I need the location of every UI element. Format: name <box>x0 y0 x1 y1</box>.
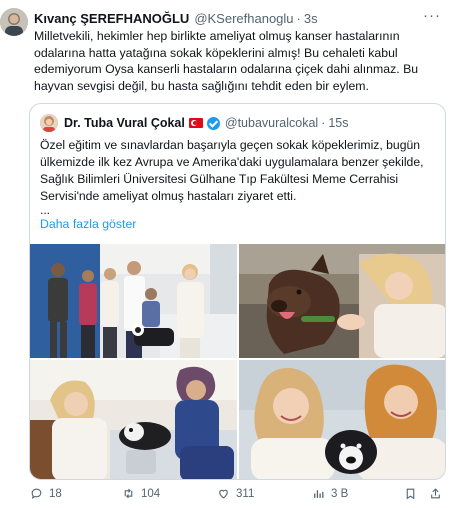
tweet-time[interactable]: 3s <box>304 11 318 26</box>
bookmark-button[interactable] <box>404 487 423 500</box>
separator-dot: · <box>296 10 301 26</box>
tweet: Kıvanç ŞEREFHANOĞLU @KSerefhanoglu · 3s … <box>0 0 457 508</box>
tweet-text: Milletvekili, hekimler hep birlikte amel… <box>34 29 419 93</box>
retweet-button[interactable]: 104 <box>122 487 160 500</box>
quoted-tweet-text: Özel eğitim ve sınavlardan başarıyla geç… <box>40 138 424 203</box>
photo-two-women-with-dog[interactable] <box>239 360 445 479</box>
share-icon <box>431 488 440 499</box>
author-name[interactable]: Kıvanç ŞEREFHANOĞLU <box>34 11 189 26</box>
reply-icon <box>31 488 42 499</box>
reply-count: 18 <box>49 487 62 500</box>
separator-dot: · <box>321 116 326 130</box>
quoted-tweet-header: Dr. Tuba Vural Çokal @tubavuralcokal · 1… <box>40 114 435 132</box>
tweet-actions: 18 104 311 3 B <box>30 487 447 501</box>
photo-woman-with-dog[interactable] <box>239 244 445 358</box>
reply-button[interactable]: 18 <box>30 487 62 500</box>
turkish-flag-icon <box>188 118 203 128</box>
quoted-ellipsis: ... <box>40 203 51 217</box>
like-button[interactable]: 311 <box>217 487 254 500</box>
bookmark-icon <box>406 488 415 500</box>
photo-patient-with-dog[interactable] <box>30 360 237 479</box>
views-button[interactable]: 3 B <box>312 487 348 500</box>
heart-icon <box>219 489 228 499</box>
quoted-tweet[interactable]: Dr. Tuba Vural Çokal @tubavuralcokal · 1… <box>29 103 446 480</box>
show-more-link[interactable]: Daha fazla göster <box>40 217 136 231</box>
like-count: 311 <box>236 487 255 500</box>
verified-badge-icon <box>206 116 220 130</box>
quoted-time[interactable]: 15s <box>328 116 348 130</box>
quoted-avatar[interactable] <box>40 114 58 132</box>
quoted-author-handle[interactable]: @tubavuralcokal <box>225 116 318 130</box>
quoted-author-name[interactable]: Dr. Tuba Vural Çokal <box>64 116 185 130</box>
author-handle[interactable]: @KSerefhanoglu <box>194 11 293 26</box>
retweet-icon <box>124 488 133 499</box>
share-button[interactable] <box>429 487 448 500</box>
views-icon <box>314 490 324 498</box>
more-options-icon[interactable]: ··· <box>423 7 441 24</box>
photo-group-hospital-room[interactable] <box>30 244 237 358</box>
retweet-count: 104 <box>141 487 161 500</box>
tweet-header: Kıvanç ŞEREFHANOĞLU @KSerefhanoglu · 3s <box>34 9 457 27</box>
avatar[interactable] <box>0 8 28 36</box>
views-count: 3 B <box>331 487 349 500</box>
